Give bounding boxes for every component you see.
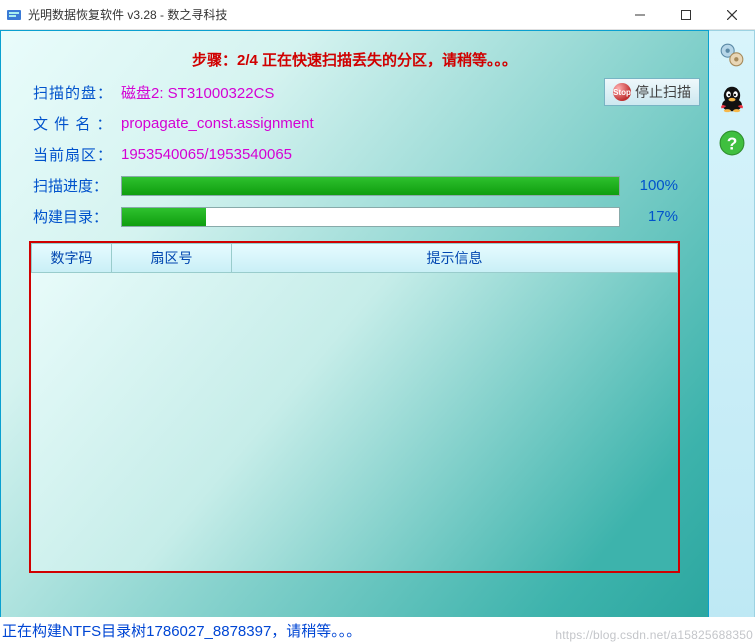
current-sector-value: 1953540065/1953540065 <box>121 146 292 163</box>
build-progress-bar <box>121 207 620 227</box>
current-sector-label: 当前扇区： <box>33 144 121 165</box>
col-header-sector[interactable]: 扇区号 <box>112 244 232 273</box>
app-icon <box>6 7 22 23</box>
file-name-value: propagate_const.assignment <box>121 115 314 132</box>
scan-progress-fill <box>122 177 619 195</box>
client-area: 步骤：2/4 正在快速扫描丢失的分区，请稍等。。。 Stop 停止扫描 扫描的盘… <box>0 30 755 644</box>
step-message: 步骤：2/4 正在快速扫描丢失的分区，请稍等。。。 <box>1 31 708 82</box>
result-table: 数字码 扇区号 提示信息 <box>29 241 680 573</box>
scan-progress-label: 扫描进度： <box>33 175 121 196</box>
build-progress-percent: 17% <box>628 208 678 225</box>
build-progress-row: 构建目录： 17% <box>33 206 678 227</box>
stop-scan-button[interactable]: Stop 停止扫描 <box>604 78 700 106</box>
info-area: Stop 停止扫描 扫描的盘： 磁盘2: ST31000322CS 文 件 名 … <box>1 82 708 237</box>
sidebar: ? <box>709 30 755 644</box>
file-name-label: 文 件 名 ： <box>33 113 121 134</box>
current-sector-row: 当前扇区： 1953540065/1953540065 <box>33 144 678 165</box>
build-progress-label: 构建目录： <box>33 206 121 227</box>
watermark: https://blog.csdn.net/a15825688350 <box>555 628 753 642</box>
titlebar: 光明数据恢复软件 v3.28 - 数之寻科技 <box>0 0 755 30</box>
col-header-message[interactable]: 提示信息 <box>232 244 678 273</box>
help-icon[interactable]: ? <box>716 127 748 159</box>
svg-text:?: ? <box>726 134 737 154</box>
file-name-row: 文 件 名 ： propagate_const.assignment <box>33 113 678 134</box>
maximize-button[interactable] <box>663 0 709 30</box>
scan-progress-row: 扫描进度： 100% <box>33 175 678 196</box>
close-button[interactable] <box>709 0 755 30</box>
main-panel: 步骤：2/4 正在快速扫描丢失的分区，请稍等。。。 Stop 停止扫描 扫描的盘… <box>0 30 709 644</box>
scan-disk-value: 磁盘2: ST31000322CS <box>121 82 274 103</box>
stop-icon: Stop <box>613 83 631 101</box>
scan-progress-percent: 100% <box>628 177 678 194</box>
scan-progress-bar <box>121 176 620 196</box>
scan-disk-row: 扫描的盘： 磁盘2: ST31000322CS <box>33 82 678 103</box>
col-header-code[interactable]: 数字码 <box>32 244 112 273</box>
stop-button-label: 停止扫描 <box>635 82 691 102</box>
result-table-body <box>31 273 678 571</box>
qq-icon[interactable] <box>716 83 748 115</box>
settings-icon[interactable] <box>716 39 748 71</box>
minimize-button[interactable] <box>617 0 663 30</box>
build-progress-fill <box>122 208 206 226</box>
scan-disk-label: 扫描的盘： <box>33 82 121 103</box>
window-title: 光明数据恢复软件 v3.28 - 数之寻科技 <box>28 6 617 23</box>
result-table-header: 数字码 扇区号 提示信息 <box>31 243 678 273</box>
